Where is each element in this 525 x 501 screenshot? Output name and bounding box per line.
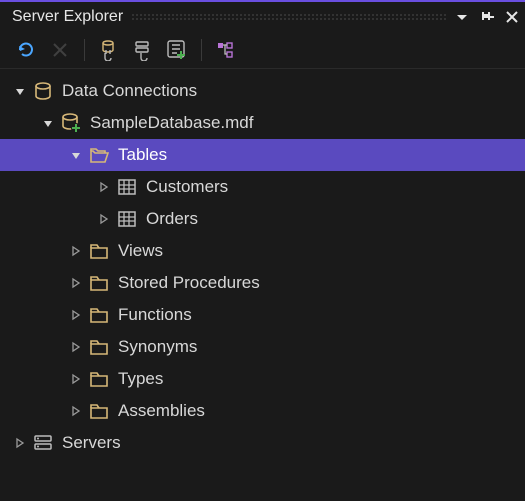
- panel-title: Server Explorer: [12, 8, 123, 26]
- node-tables[interactable]: Tables: [0, 139, 525, 171]
- expander-icon[interactable]: [96, 211, 112, 227]
- folder-icon: [88, 336, 110, 358]
- node-stored-procedures[interactable]: Stored Procedures: [0, 267, 525, 299]
- database-plus-icon: [60, 112, 82, 134]
- folder-icon: [88, 400, 110, 422]
- toolbar: [0, 32, 525, 69]
- node-label: Types: [118, 369, 163, 389]
- titlebar-grip: [131, 13, 447, 21]
- node-label: SampleDatabase.mdf: [90, 113, 253, 133]
- node-label: Customers: [146, 177, 228, 197]
- refresh-button[interactable]: [12, 36, 40, 64]
- database-icon: [32, 80, 54, 102]
- folder-open-icon: [88, 144, 110, 166]
- folder-icon: [88, 272, 110, 294]
- sort-button[interactable]: [212, 36, 240, 64]
- node-label: Data Connections: [62, 81, 197, 101]
- pin-icon[interactable]: [479, 10, 495, 24]
- node-servers[interactable]: Servers: [0, 427, 525, 459]
- node-label: Assemblies: [118, 401, 205, 421]
- expander-icon[interactable]: [68, 275, 84, 291]
- folder-icon: [88, 240, 110, 262]
- node-assemblies[interactable]: Assemblies: [0, 395, 525, 427]
- folder-icon: [88, 368, 110, 390]
- window-menu-icon[interactable]: [455, 10, 469, 24]
- panel-titlebar: Server Explorer: [0, 2, 525, 32]
- node-database[interactable]: SampleDatabase.mdf: [0, 107, 525, 139]
- node-types[interactable]: Types: [0, 363, 525, 395]
- expander-icon[interactable]: [68, 307, 84, 323]
- connected-services-button[interactable]: [163, 36, 191, 64]
- node-label: Views: [118, 241, 163, 261]
- node-views[interactable]: Views: [0, 235, 525, 267]
- table-icon: [116, 176, 138, 198]
- node-table-customers[interactable]: Customers: [0, 171, 525, 203]
- node-synonyms[interactable]: Synonyms: [0, 331, 525, 363]
- expander-icon[interactable]: [96, 179, 112, 195]
- stop-button: [46, 36, 74, 64]
- connect-server-button[interactable]: [129, 36, 157, 64]
- toolbar-separator: [84, 39, 85, 61]
- node-data-connections[interactable]: Data Connections: [0, 75, 525, 107]
- node-label: Synonyms: [118, 337, 197, 357]
- tree-view[interactable]: Data Connections SampleDatabase.mdf Tabl…: [0, 69, 525, 465]
- server-icon: [32, 432, 54, 454]
- expander-icon[interactable]: [40, 115, 56, 131]
- node-functions[interactable]: Functions: [0, 299, 525, 331]
- table-icon: [116, 208, 138, 230]
- node-label: Functions: [118, 305, 192, 325]
- expander-icon[interactable]: [68, 371, 84, 387]
- expander-icon[interactable]: [68, 403, 84, 419]
- node-label: Servers: [62, 433, 121, 453]
- node-table-orders[interactable]: Orders: [0, 203, 525, 235]
- folder-icon: [88, 304, 110, 326]
- node-label: Orders: [146, 209, 198, 229]
- expander-icon[interactable]: [68, 243, 84, 259]
- expander-icon[interactable]: [68, 339, 84, 355]
- server-explorer-panel: Server Explorer: [0, 0, 525, 501]
- close-icon[interactable]: [505, 10, 519, 24]
- node-label: Stored Procedures: [118, 273, 260, 293]
- expander-icon[interactable]: [68, 147, 84, 163]
- expander-icon[interactable]: [12, 83, 28, 99]
- connect-database-button[interactable]: [95, 36, 123, 64]
- toolbar-separator: [201, 39, 202, 61]
- expander-icon[interactable]: [12, 435, 28, 451]
- node-label: Tables: [118, 145, 167, 165]
